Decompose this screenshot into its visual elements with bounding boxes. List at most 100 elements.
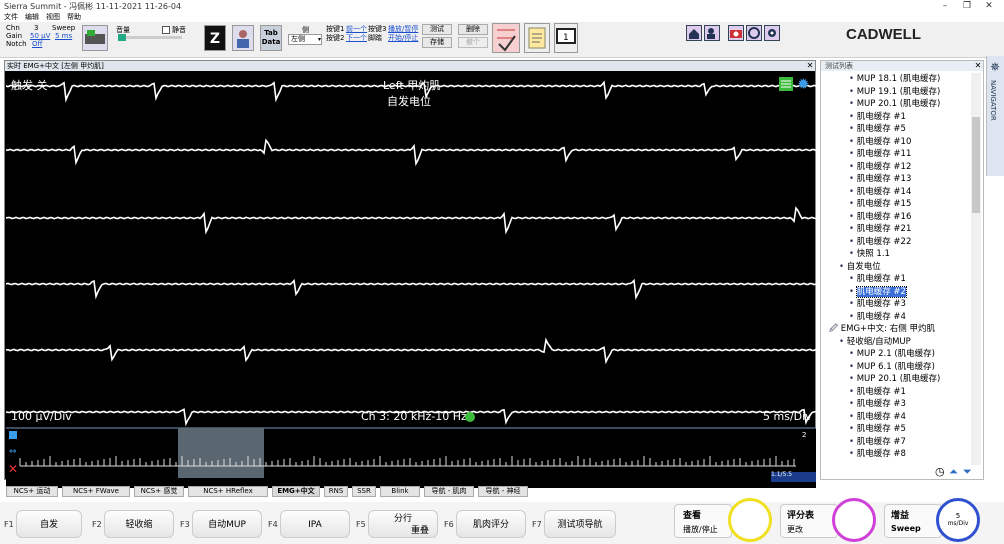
- strip-expand-icon[interactable]: ⇔: [9, 448, 18, 457]
- zi-icon[interactable]: Z: [204, 25, 226, 51]
- tree-item[interactable]: • 肌电缓存 #1: [849, 386, 906, 399]
- tab-rns[interactable]: RNS: [324, 486, 348, 497]
- panel-close-icon[interactable]: ✕: [973, 61, 983, 71]
- f7-button[interactable]: 测试项导航: [544, 510, 616, 538]
- strip-top-icon[interactable]: [9, 431, 17, 439]
- gain-box[interactable]: 增益 Sweep: [884, 504, 942, 538]
- tree-item[interactable]: • MUP 19.1 (肌电缓存): [849, 86, 940, 99]
- tree-item[interactable]: • 轻收缩/自动MUP: [839, 336, 911, 349]
- review-knob[interactable]: [728, 498, 772, 542]
- maximize-icon[interactable]: ❐: [956, 0, 978, 12]
- menu-view[interactable]: 视图: [46, 12, 60, 22]
- tree-item[interactable]: • 肌电缓存 #14: [849, 186, 911, 199]
- layout-icon[interactable]: [779, 77, 793, 91]
- store-button[interactable]: 存储: [422, 37, 452, 48]
- tree-item[interactable]: • 肌电缓存 #13: [849, 173, 911, 186]
- menu-file[interactable]: 文件: [4, 12, 18, 22]
- tree-item[interactable]: • 肌电缓存 #21: [849, 223, 911, 236]
- home-icon[interactable]: [686, 25, 702, 41]
- tree-item[interactable]: • MUP 2.1 (肌电缓存): [849, 348, 935, 361]
- tree-item[interactable]: • 肌电缓存 #7: [849, 436, 906, 449]
- f6-button[interactable]: 肌肉评分: [456, 510, 526, 538]
- menu-edit[interactable]: 编辑: [25, 12, 39, 22]
- tree-item[interactable]: • 肌电缓存 #11: [849, 148, 911, 161]
- tree-item[interactable]: 🖉 EMG+中文: 右侧 甲灼肌: [829, 323, 935, 336]
- settings-icon[interactable]: [746, 25, 762, 41]
- patient-icon[interactable]: [232, 25, 254, 51]
- tab-nav-nerve[interactable]: 导航 - 神经: [478, 486, 528, 497]
- undo-button[interactable]: 撤个: [458, 37, 488, 48]
- tab-data-button[interactable]: Tab Data: [260, 25, 282, 51]
- tree-item[interactable]: • 肌电缓存 #10: [849, 136, 911, 149]
- camera-icon[interactable]: [728, 25, 744, 41]
- tab-ncs-fwave[interactable]: NCS+ FWave: [62, 486, 130, 497]
- mute-checkbox[interactable]: [162, 26, 170, 34]
- tab-emg[interactable]: EMG+中文: [272, 486, 320, 497]
- gain-value[interactable]: 50 μV: [30, 32, 50, 40]
- tab-ncs-hreflex[interactable]: NCS+ HReflex: [188, 486, 268, 497]
- emg-trace-area[interactable]: [6, 72, 816, 488]
- tab-ncs-motor[interactable]: NCS+ 运动: [6, 486, 58, 497]
- f2-button[interactable]: 轻收缩: [104, 510, 174, 538]
- tab-ncs-sensory[interactable]: NCS+ 感觉: [134, 486, 184, 497]
- tree-item[interactable]: • MUP 20.1 (肌电缓存): [849, 373, 940, 386]
- f4-button[interactable]: IPA: [280, 510, 350, 538]
- tree-item[interactable]: • MUP 18.1 (肌电缓存): [849, 73, 940, 86]
- side-select[interactable]: 左侧 ▾: [288, 34, 322, 45]
- tree-item[interactable]: • 肌电缓存 #1: [849, 111, 906, 124]
- gear-icon[interactable]: ✹: [797, 75, 810, 93]
- collapse-icon[interactable]: ⏶: [949, 466, 958, 477]
- tree-item[interactable]: • 肌电缓存 #3: [849, 298, 906, 311]
- sweep-knob[interactable]: 5 ms/Div: [936, 498, 980, 542]
- amplifier-icon[interactable]: [82, 25, 108, 51]
- tree-item[interactable]: • 肌电缓存 #16: [849, 211, 911, 224]
- scrollbar[interactable]: [971, 73, 981, 465]
- tree-item[interactable]: • 肌电缓存 #1: [849, 273, 906, 286]
- tree-item[interactable]: • 快照 1.1: [849, 248, 890, 261]
- tab-nav-muscle[interactable]: 导航 - 肌肉: [424, 486, 474, 497]
- trace-close-icon[interactable]: ✕: [805, 61, 815, 71]
- tab-ssr[interactable]: SSR: [352, 486, 376, 497]
- tree-item[interactable]: • 肌电缓存 #5: [849, 123, 906, 136]
- tree-item[interactable]: • 肌电缓存 #22: [849, 236, 911, 249]
- delete-button[interactable]: 删除: [458, 24, 488, 35]
- f3-button[interactable]: 自动MUP: [192, 510, 262, 538]
- clipboard-icon[interactable]: [524, 23, 550, 53]
- marker-icon[interactable]: [492, 23, 520, 53]
- close-icon[interactable]: ✕: [978, 0, 1000, 12]
- menu-help[interactable]: 帮助: [67, 12, 81, 22]
- tree-item[interactable]: • 肌电缓存 #4: [849, 311, 906, 324]
- minimize-icon[interactable]: –: [934, 0, 956, 12]
- score-box[interactable]: 评分表 更改: [780, 504, 838, 538]
- tree-item[interactable]: • MUP 6.1 (肌电缓存): [849, 361, 935, 374]
- f1-button[interactable]: 自发: [16, 510, 82, 538]
- tree-item[interactable]: • 肌电缓存 #2: [849, 285, 907, 299]
- gear-icon[interactable]: [764, 25, 780, 41]
- add-patient-icon[interactable]: [704, 25, 720, 41]
- monitor-icon[interactable]: 1: [554, 23, 578, 53]
- tab-blink[interactable]: Blink: [380, 486, 420, 497]
- notch-value[interactable]: Off: [32, 40, 42, 48]
- volume-slider[interactable]: [118, 34, 182, 41]
- strip-clear-icon[interactable]: ✕: [8, 463, 18, 475]
- expand-icon[interactable]: ⏷: [963, 466, 972, 477]
- clock-icon[interactable]: ◷: [935, 466, 945, 477]
- sweep-value[interactable]: 5 ms: [55, 32, 72, 40]
- f5-button[interactable]: 分行 重叠: [368, 510, 438, 538]
- pedal-action[interactable]: 开始/停止: [388, 33, 418, 43]
- tree-item[interactable]: • MUP 20.1 (肌电缓存): [849, 98, 940, 111]
- key2-action[interactable]: 下一个: [346, 33, 367, 43]
- review-box[interactable]: 查看 播放/停止: [674, 504, 732, 538]
- tree-item[interactable]: • 肌电缓存 #12: [849, 161, 911, 174]
- tree-item[interactable]: • 肌电缓存 #4: [849, 411, 906, 424]
- navigator-strip[interactable]: ✵ NAVIGATOR: [986, 56, 1004, 176]
- score-knob[interactable]: [832, 498, 876, 542]
- tree-item[interactable]: • 肌电缓存 #8: [849, 448, 906, 461]
- pin-icon[interactable]: ✵: [990, 60, 1000, 74]
- chn-value[interactable]: 3: [34, 24, 38, 32]
- test-button[interactable]: 测试: [422, 24, 452, 35]
- tree-item[interactable]: • 肌电缓存 #3: [849, 398, 906, 411]
- tree-item[interactable]: • 肌电缓存 #5: [849, 423, 906, 436]
- tree-item[interactable]: • 自发电位: [839, 261, 881, 274]
- tree-item[interactable]: • 肌电缓存 #15: [849, 198, 911, 211]
